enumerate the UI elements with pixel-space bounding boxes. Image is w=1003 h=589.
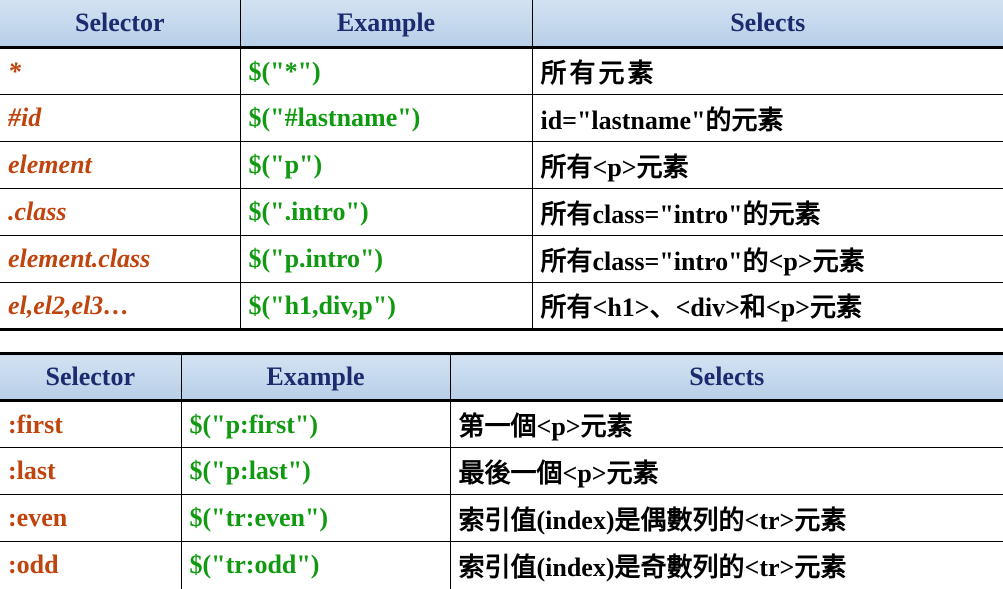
filter-selectors-table: Selector Example Selects :first $("p:fir… [0,352,1003,589]
selects-cell: 所有class="intro"的<p>元素 [531,235,1003,283]
selector-cell: el,el2,el3… [0,282,240,331]
table-row: * $("*") 所有元素 [0,47,1003,95]
example-cell: $("p") [239,141,532,189]
table-row: #id $("#lastname") id="lastname"的元素 [0,94,1003,142]
example-cell: $("p.intro") [239,235,532,283]
example-cell: $("tr:even") [180,494,450,542]
selects-cell: id="lastname"的元素 [531,94,1003,142]
example-cell: $("p:last") [180,447,450,495]
selects-cell: 所有<p>元素 [531,141,1003,189]
selects-cell: 索引值(index)是奇數列的<tr>元素 [449,541,1003,589]
table-row: .class $(".intro") 所有class="intro"的元素 [0,188,1003,236]
table-row: element.class $("p.intro") 所有class="intr… [0,235,1003,283]
selector-cell: :last [0,447,181,495]
selects-cell: 所有元素 [531,47,1003,95]
selector-cell: element [0,141,240,189]
table-row: element $("p") 所有<p>元素 [0,141,1003,189]
selects-cell: 所有<h1>、<div>和<p>元素 [531,282,1003,331]
selects-cell: 第一個<p>元素 [449,400,1003,448]
basic-selectors-table: Selector Example Selects * $("*") 所有元素 #… [0,0,1003,331]
example-cell: $(".intro") [239,188,532,236]
table-header-row: Selector Example Selects [0,0,1003,49]
selects-cell: 最後一個<p>元素 [449,447,1003,495]
selector-cell: :even [0,494,181,542]
example-cell: $("*") [239,47,532,95]
selects-cell: 索引值(index)是偶數列的<tr>元素 [449,494,1003,542]
table-row: :last $("p:last") 最後一個<p>元素 [0,447,1003,495]
table-row: :even $("tr:even") 索引值(index)是偶數列的<tr>元素 [0,494,1003,542]
selector-cell: #id [0,94,240,142]
table-row: :odd $("tr:odd") 索引值(index)是奇數列的<tr>元素 [0,541,1003,589]
selector-cell: :first [0,400,181,448]
selector-cell: element.class [0,235,240,283]
selector-cell: :odd [8,550,59,580]
table-row: el,el2,el3… $("h1,div,p") 所有<h1>、<div>和<… [0,282,1003,331]
table-row: :first $("p:first") 第一個<p>元素 [0,400,1003,448]
header-selector: Selector [0,0,240,49]
example-cell: $("tr:odd") [180,541,450,589]
table-header-row: Selector Example Selects [0,353,1003,402]
header-example: Example [180,353,450,402]
header-selector: Selector [0,353,181,402]
example-cell: $("#lastname") [239,94,532,142]
selector-cell: .class [0,188,240,236]
header-selects: Selects [531,0,1003,49]
example-cell: $("p:first") [180,400,450,448]
header-selects: Selects [449,353,1003,402]
header-example: Example [239,0,532,49]
selects-cell: 所有class="intro"的元素 [531,188,1003,236]
example-cell: $("h1,div,p") [239,282,532,331]
selector-cell: * [0,47,240,95]
